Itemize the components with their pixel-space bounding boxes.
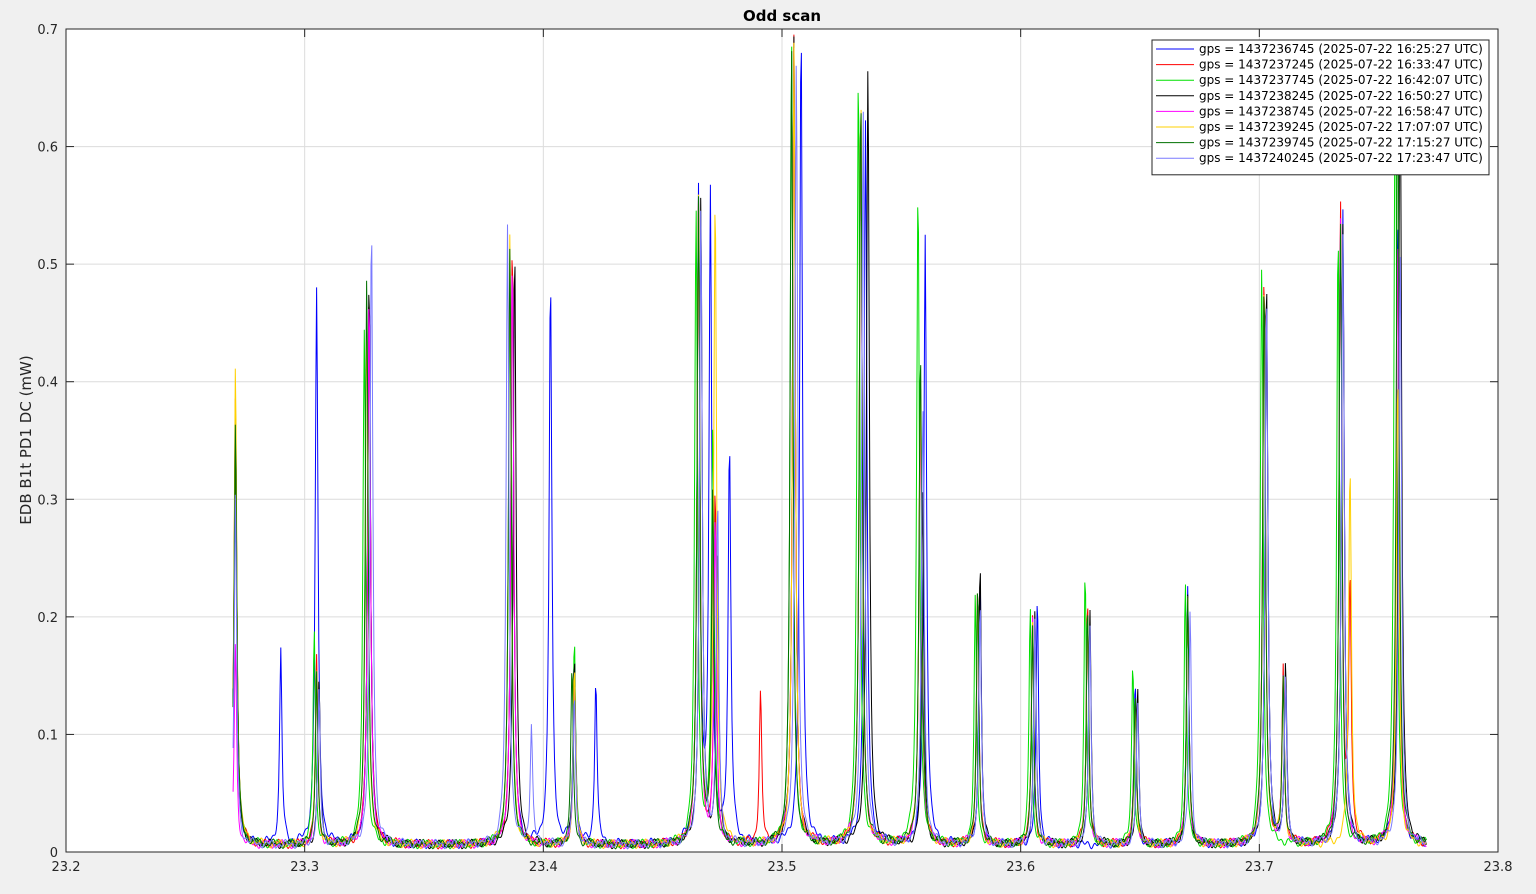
y-tick-label: 0.1 (37, 728, 58, 743)
legend-entry: gps = 1437236745 (2025-07-22 16:25:27 UT… (1199, 42, 1483, 56)
x-tick-label: 23.5 (768, 860, 797, 875)
x-tick-label: 23.4 (529, 860, 558, 875)
x-tick-label: 23.8 (1484, 860, 1513, 875)
y-axis-label: EDB B1t PD1 DC (mW) (17, 355, 35, 524)
legend-entry: gps = 1437237745 (2025-07-22 16:42:07 UT… (1199, 73, 1483, 87)
chart-title: Odd scan (743, 7, 821, 25)
y-tick-label: 0.2 (37, 611, 58, 626)
legend-entry: gps = 1437239245 (2025-07-22 17:07:07 UT… (1199, 120, 1483, 134)
legend-entry: gps = 1437238245 (2025-07-22 16:50:27 UT… (1199, 89, 1483, 103)
legend-entry: gps = 1437240245 (2025-07-22 17:23:47 UT… (1199, 151, 1483, 165)
y-tick-label: 0 (50, 846, 58, 861)
x-tick-label: 23.7 (1245, 860, 1274, 875)
legend: gps = 1437236745 (2025-07-22 16:25:27 UT… (1151, 39, 1490, 176)
y-tick-label: 0.5 (37, 258, 58, 273)
x-tick-label: 23.6 (1006, 860, 1035, 875)
legend-entry: gps = 1437237245 (2025-07-22 16:33:47 UT… (1199, 58, 1483, 72)
legend-entry: gps = 1437239745 (2025-07-22 17:15:27 UT… (1199, 136, 1483, 150)
legend-entry: gps = 1437238745 (2025-07-22 16:58:47 UT… (1199, 104, 1483, 118)
y-tick-label: 0.7 (37, 23, 58, 38)
chart-figure: 23.2 23.3 23.4 23.5 23.6 23.7 23.8 0 0.1 0.2 0.3 0… (17, 7, 1513, 875)
y-tick-label: 0.6 (37, 141, 58, 156)
y-tick-label: 0.3 (37, 493, 58, 508)
y-tick-label: 0.4 (37, 376, 58, 391)
x-tick-label: 23.2 (52, 860, 81, 875)
x-tick-label: 23.3 (290, 860, 319, 875)
